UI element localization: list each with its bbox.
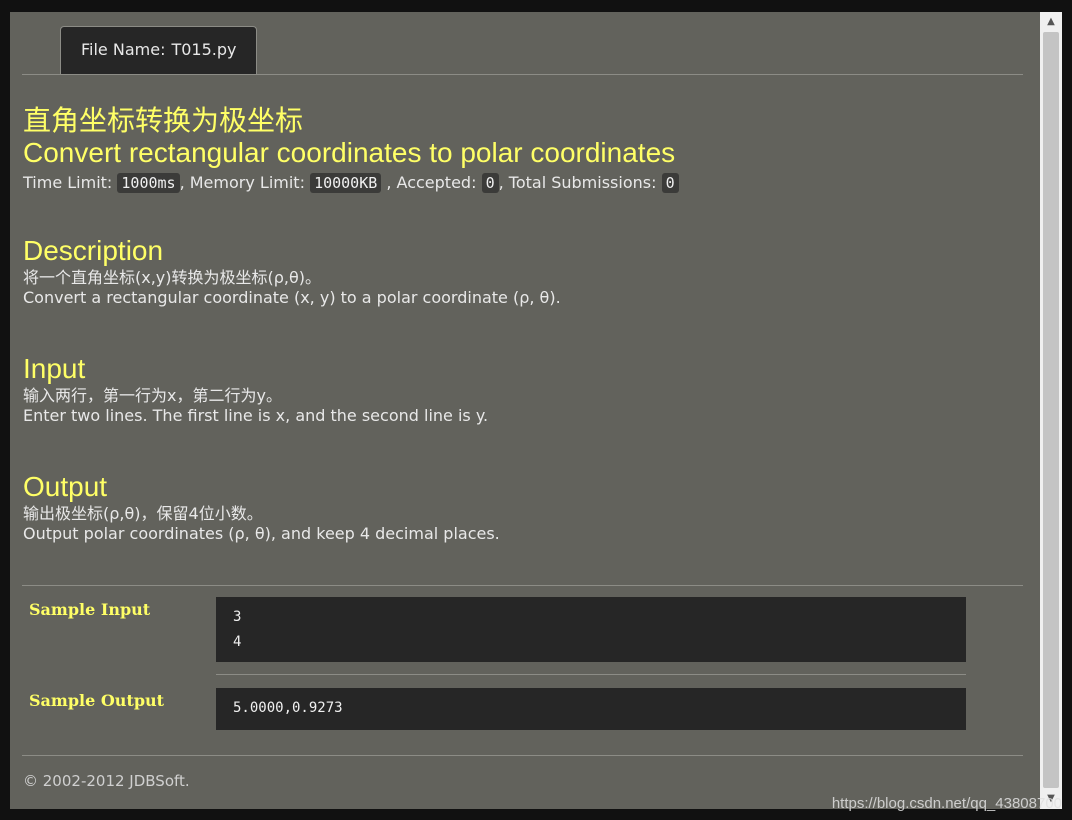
output-heading: Output: [23, 471, 108, 502]
description-section: Description 将一个直角坐标(x,y)转换为极坐标(ρ,θ)。 Con…: [23, 234, 561, 308]
tab-strip: File Name: T015.py: [22, 12, 1023, 75]
problem-title-en: Convert rectangular coordinates to polar…: [23, 137, 676, 168]
vertical-scrollbar[interactable]: ▲ ▼: [1040, 12, 1062, 809]
sample-input-box[interactable]: 3 4: [216, 597, 966, 662]
sample-input-label: Sample Input: [29, 600, 151, 619]
time-limit-value: 1000ms: [117, 173, 180, 193]
description-line-cn: 将一个直角坐标(x,y)转换为极坐标(ρ,θ)。: [23, 268, 322, 287]
sample-input-line: 3: [233, 609, 242, 625]
accepted-label: , Accepted:: [386, 173, 477, 192]
problem-limits: Time Limit: 1000ms, Memory Limit: 10000K…: [23, 170, 1023, 196]
footer-divider: [22, 755, 1023, 756]
sample-divider: [216, 674, 966, 675]
scroll-up-arrow-icon[interactable]: ▲: [1040, 12, 1062, 32]
description-line-en: Convert a rectangular coordinate (x, y) …: [23, 288, 561, 307]
sample-input-line: 4: [233, 634, 242, 650]
problem-header: 直角坐标转换为极坐标 Convert rectangular coordinat…: [23, 104, 1023, 196]
accepted-value: 0: [481, 173, 499, 193]
submissions-value: 0: [661, 173, 679, 193]
watermark: https://blog.csdn.net/qq_43808700: [831, 795, 1062, 812]
input-line-en: Enter two lines. The first line is x, an…: [23, 406, 489, 425]
memory-limit-label: , Memory Limit:: [179, 173, 305, 192]
divider: [22, 585, 1023, 586]
memory-limit-value: 10000KB: [310, 173, 382, 193]
input-line-cn: 输入两行，第一行为x，第二行为y。: [23, 386, 282, 405]
description-heading: Description: [23, 235, 164, 266]
footer-copyright: © 2002-2012 JDBSoft.: [23, 772, 190, 790]
output-line-cn: 输出极坐标(ρ,θ)，保留4位小数。: [23, 504, 263, 523]
output-line-en: Output polar coordinates (ρ, θ), and kee…: [23, 524, 500, 543]
time-limit-label: Time Limit:: [23, 173, 113, 192]
scrollbar-thumb[interactable]: [1043, 32, 1059, 788]
file-tab-filename: T015.py: [171, 40, 237, 59]
sample-output-label: Sample Output: [29, 691, 165, 710]
sample-output-box[interactable]: 5.0000,0.9273: [216, 688, 966, 730]
input-heading: Input: [23, 353, 86, 384]
output-section: Output 输出极坐标(ρ,θ)，保留4位小数。 Output polar c…: [23, 470, 500, 544]
page-content: File Name: T015.py 直角坐标转换为极坐标 Convert rec…: [10, 12, 1038, 809]
submissions-label: , Total Submissions:: [498, 173, 657, 192]
file-tab[interactable]: File Name: T015.py: [60, 26, 258, 74]
input-section: Input 输入两行，第一行为x，第二行为y。 Enter two lines.…: [23, 352, 488, 426]
file-tab-label: File Name:: [81, 40, 166, 59]
problem-title-cn: 直角坐标转换为极坐标: [23, 104, 304, 137]
problem-window: File Name: T015.py 直角坐标转换为极坐标 Convert rec…: [10, 12, 1062, 809]
sample-output-line: 5.0000,0.9273: [233, 700, 343, 716]
